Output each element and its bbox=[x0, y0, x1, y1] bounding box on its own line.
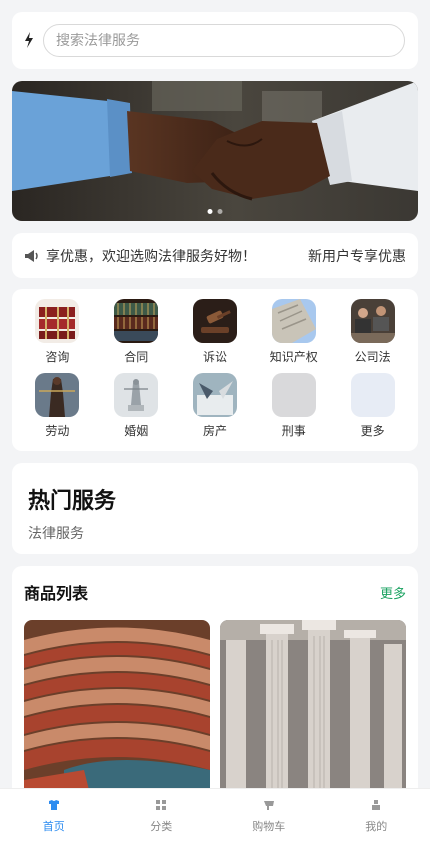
category-criminal[interactable]: 刑事 bbox=[254, 373, 333, 439]
product-list-more-link[interactable]: 更多 bbox=[380, 583, 406, 602]
carousel-dot[interactable] bbox=[207, 209, 213, 214]
signing-photo bbox=[192, 373, 237, 417]
hot-services-card[interactable]: 热门服务 法律服务 bbox=[12, 463, 418, 554]
category-grid: 咨询 合同 诉讼 知识产权 公司法 劳动 婚姻 房产 刑事 更多 bbox=[12, 289, 418, 451]
product-list-title: 商品列表 bbox=[24, 584, 89, 603]
category-property[interactable]: 房产 bbox=[176, 373, 255, 439]
building-photo bbox=[271, 299, 316, 343]
category-label: 更多 bbox=[360, 424, 385, 438]
tab-cart[interactable]: 购物车 bbox=[215, 789, 323, 844]
hot-services-subtitle: 法律服务 bbox=[28, 526, 84, 542]
category-label: 合同 bbox=[124, 350, 149, 364]
category-label: 婚姻 bbox=[124, 424, 149, 438]
category-label: 诉讼 bbox=[202, 350, 227, 364]
gavel-photo bbox=[192, 299, 237, 343]
more-placeholder-image bbox=[350, 373, 395, 417]
megaphone-icon bbox=[25, 249, 38, 262]
product-card-columns[interactable] bbox=[220, 620, 406, 806]
search-input[interactable] bbox=[43, 24, 405, 57]
tab-label: 首页 bbox=[42, 820, 65, 833]
bookshelf-photo bbox=[114, 299, 159, 343]
tab-category[interactable]: 分类 bbox=[108, 789, 216, 844]
user-icon bbox=[372, 800, 381, 810]
category-label: 房产 bbox=[202, 424, 227, 438]
notice-scroll-text: 享优惠，欢迎选购法律服务好物！ bbox=[46, 248, 256, 265]
category-ip[interactable]: 知识产权 bbox=[254, 299, 333, 365]
product-card-parliament[interactable] bbox=[24, 620, 210, 806]
category-marriage[interactable]: 婚姻 bbox=[97, 373, 176, 439]
tab-home[interactable]: 首页 bbox=[0, 789, 108, 844]
product-list-section: 商品列表 更多 bbox=[12, 566, 418, 806]
banner-carousel[interactable] bbox=[12, 81, 418, 221]
category-contract[interactable]: 合同 bbox=[97, 299, 176, 365]
tab-label: 我的 bbox=[365, 820, 388, 833]
carousel-dots bbox=[207, 209, 223, 214]
meeting-photo bbox=[350, 299, 395, 343]
search-bar-card bbox=[12, 12, 418, 69]
category-labor[interactable]: 劳动 bbox=[18, 373, 97, 439]
category-litigation[interactable]: 诉讼 bbox=[176, 299, 255, 365]
notice-bar[interactable]: 享优惠，欢迎选购法律服务好物！ 新用户专享优惠 bbox=[12, 233, 418, 278]
law-books-photo bbox=[35, 299, 80, 343]
notice-highlight: 新用户专享优惠 bbox=[308, 248, 406, 265]
tab-profile[interactable]: 我的 bbox=[323, 789, 430, 844]
bottom-tab-bar: 首页 分类 购物车 我的 bbox=[0, 788, 430, 844]
grid-icon bbox=[156, 800, 167, 810]
lightning-icon bbox=[25, 32, 33, 48]
category-label: 劳动 bbox=[45, 424, 70, 438]
category-label: 知识产权 bbox=[269, 350, 318, 364]
cart-icon bbox=[263, 801, 274, 810]
category-corporate[interactable]: 公司法 bbox=[333, 299, 412, 365]
lady-justice-photo bbox=[35, 373, 80, 417]
tab-label: 购物车 bbox=[252, 820, 286, 833]
tab-label: 分类 bbox=[150, 820, 173, 833]
carousel-dot[interactable] bbox=[217, 209, 223, 214]
statue-photo bbox=[114, 373, 159, 417]
category-more[interactable]: 更多 bbox=[333, 373, 412, 439]
criminal-placeholder-image bbox=[271, 373, 316, 417]
hot-services-title: 热门服务 bbox=[28, 489, 117, 514]
category-label: 咨询 bbox=[45, 350, 70, 364]
handshake-photo bbox=[12, 81, 418, 221]
category-consult[interactable]: 咨询 bbox=[18, 299, 97, 365]
shirt-icon bbox=[48, 800, 59, 810]
category-label: 公司法 bbox=[354, 350, 391, 364]
category-label: 刑事 bbox=[281, 424, 306, 438]
